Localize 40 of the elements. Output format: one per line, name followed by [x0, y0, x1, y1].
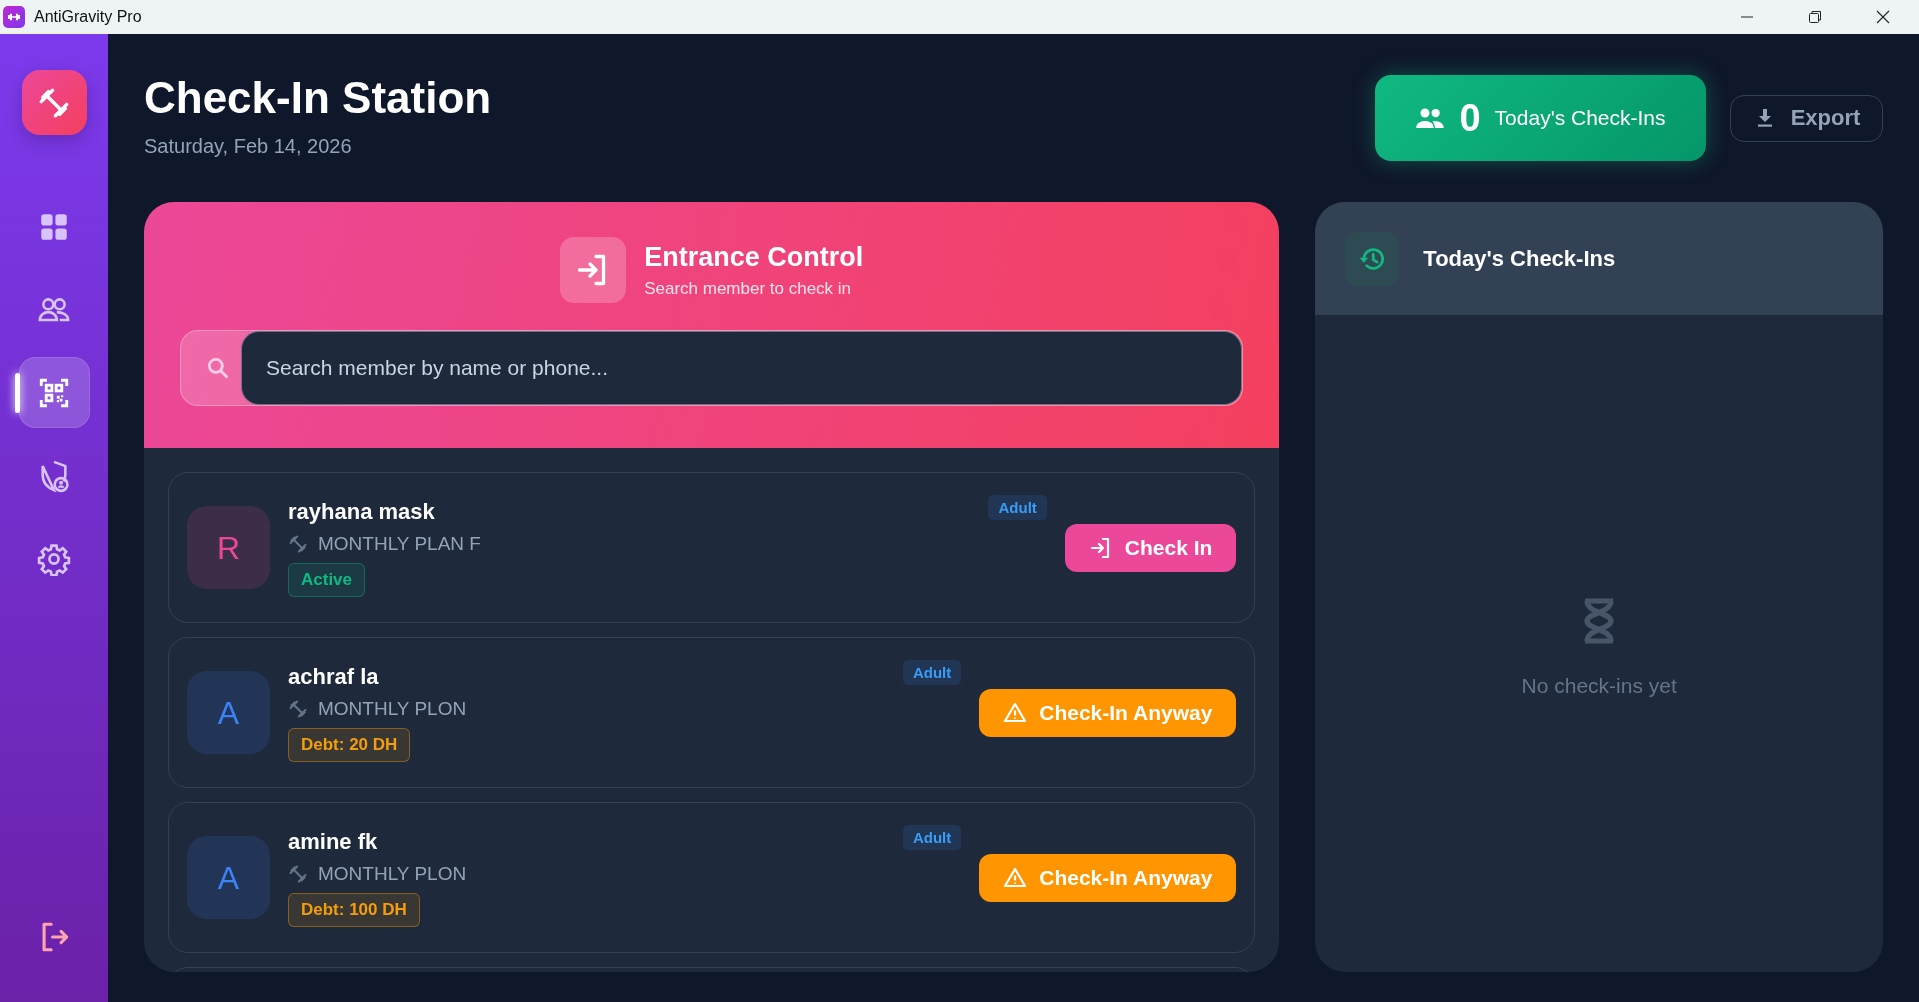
app-icon [3, 6, 25, 28]
entrance-subtitle: Search member to check in [644, 278, 853, 299]
member-name: achraf la [288, 663, 380, 690]
category-tag: Adult [902, 660, 962, 685]
search-field[interactable]: Search member by name or phone... [241, 331, 1243, 405]
check-in-button[interactable]: Check-In Anyway [979, 853, 1237, 902]
dumbbell-icon [37, 85, 71, 120]
avatar-initial: A [217, 696, 240, 729]
status-tag: Active [288, 562, 366, 597]
page-title: Check-In Station [144, 72, 492, 124]
status-tag: Debt: 20 DH [288, 727, 411, 762]
window-title: AntiGravity Pro [34, 8, 142, 26]
date-text: Saturday, Feb 14, 2026 [144, 134, 353, 158]
avatar-initial: R [216, 531, 241, 564]
warning-icon [1003, 865, 1028, 890]
checkins-count: 0 [1459, 96, 1481, 140]
member-name: rayhana mask [288, 498, 436, 525]
search-icon [205, 355, 231, 381]
check-in-button[interactable]: Check-In Anyway [979, 688, 1237, 737]
plan-name: MONTHLY PLAN F [318, 532, 481, 555]
status-tag: Debt: 100 DH [288, 892, 420, 927]
dumbbell-icon [288, 533, 308, 554]
avatar-initial: A [217, 861, 240, 894]
stat-label: Today's Check-Ins [1494, 106, 1666, 130]
dumbbell-icon [288, 863, 308, 884]
empty-message: No check-ins yet [1521, 674, 1677, 698]
dumbbell-icon [288, 698, 308, 719]
export-button[interactable]: Export [1730, 94, 1883, 142]
warning-icon [1003, 700, 1028, 725]
member-name: amine fk [288, 828, 379, 855]
panel-title: Today's Check-Ins [1423, 245, 1616, 272]
restore-icon[interactable] [1807, 9, 1823, 25]
category-tag: Adult [902, 825, 962, 850]
entrance-title: Entrance Control [644, 241, 864, 273]
close-icon[interactable] [1875, 9, 1891, 25]
plan-name: MONTHLY PLON [318, 697, 467, 720]
settings-icon [37, 541, 71, 576]
plan-name: MONTHLY PLON [318, 862, 467, 885]
category-tag: Adult [988, 495, 1047, 520]
check-in-button[interactable]: Check In [1064, 523, 1237, 572]
